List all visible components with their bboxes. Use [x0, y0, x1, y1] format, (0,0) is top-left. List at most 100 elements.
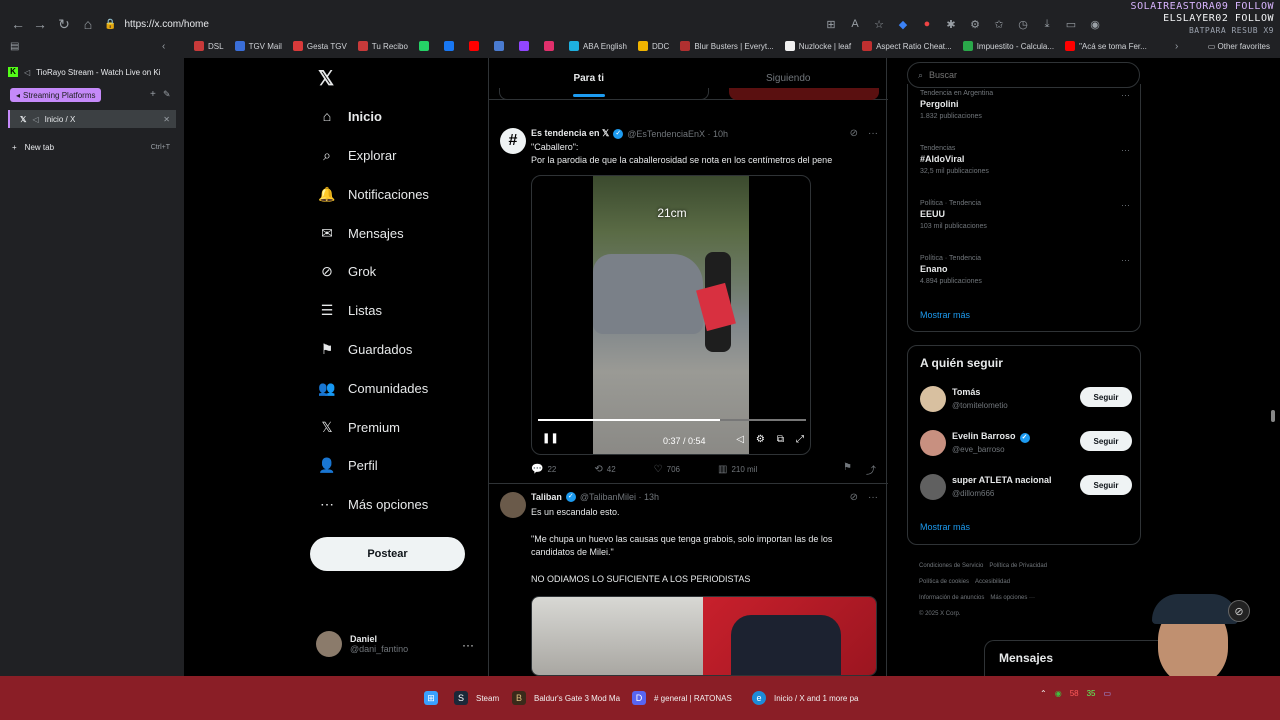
- follow-button[interactable]: Seguir: [1080, 387, 1132, 407]
- bookmark-item[interactable]: [543, 41, 558, 51]
- follow-suggestion[interactable]: Tomás @tomitelometio Seguir: [920, 386, 1132, 414]
- follow-suggestion[interactable]: super ATLETA nacional @dillom666 Seguir: [920, 474, 1132, 502]
- bookmark-item[interactable]: [418, 41, 433, 51]
- bookmark-item[interactable]: DSL: [194, 41, 224, 51]
- tray-monitor-icon[interactable]: ▭: [1104, 689, 1112, 698]
- pause-icon[interactable]: ❚❚: [542, 433, 559, 444]
- tweet-media[interactable]: [531, 596, 877, 676]
- share-icon[interactable]: ⤴: [866, 462, 876, 477]
- reply-button[interactable]: 💬 22: [531, 462, 556, 477]
- tweet[interactable]: # Es tendencia en 𝕏 ✓ @EsTendenciaEnX · …: [489, 120, 888, 484]
- footer-link[interactable]: Condiciones de Servicio: [919, 563, 983, 569]
- collapse-icon[interactable]: ‹: [162, 41, 165, 52]
- favorite-star-icon[interactable]: ☆: [870, 15, 888, 33]
- follow-button[interactable]: Seguir: [1080, 475, 1132, 495]
- extension-blue-icon[interactable]: ◆: [894, 15, 912, 33]
- start-button[interactable]: ⊞: [424, 686, 446, 710]
- nav-item-explorar[interactable]: ⌕ Explorar: [318, 142, 396, 168]
- nav-item-m-s-opciones[interactable]: ⋯ Más opciones: [318, 491, 428, 517]
- tab-group-label[interactable]: ◂ Streaming Platforms: [10, 88, 102, 102]
- views-button[interactable]: ▥ 210 mil: [718, 462, 757, 477]
- footer-link[interactable]: Accesibilidad: [975, 579, 1010, 585]
- taskbar-steam[interactable]: S Steam: [454, 686, 499, 710]
- bookmark-item[interactable]: "Acá se toma Fer...: [1065, 41, 1147, 51]
- extension-puzzle-icon[interactable]: ✱: [942, 15, 960, 33]
- bookmarks-overflow-icon[interactable]: ›: [1175, 41, 1178, 52]
- history-icon[interactable]: ◷: [1014, 15, 1032, 33]
- taskbar-baldurs-gate[interactable]: B Baldur's Gate 3 Mod Ma: [512, 686, 620, 710]
- more-icon[interactable]: ···: [1121, 255, 1130, 265]
- nav-item-mensajes[interactable]: ✉ Mensajes: [318, 220, 404, 246]
- nav-item-grok[interactable]: ⊘ Grok: [318, 258, 376, 284]
- footer-link[interactable]: Política de cookies: [919, 579, 969, 585]
- follow-button[interactable]: Seguir: [1080, 431, 1132, 451]
- more-icon[interactable]: ···: [1121, 90, 1130, 100]
- tab-stream[interactable]: K ◁ TioRayo Stream - Watch Live on Ki: [8, 63, 176, 81]
- nav-item-premium[interactable]: 𝕏 Premium: [318, 414, 400, 440]
- bookmark-item[interactable]: Blur Busters | Everyt...: [680, 41, 774, 51]
- post-button[interactable]: Postear: [310, 537, 465, 571]
- reader-icon[interactable]: ⊞: [822, 15, 840, 33]
- extension-red-icon[interactable]: ●: [918, 15, 936, 33]
- trend-item[interactable]: Tendencia en Argentina Pergolini 1.832 pub…: [920, 90, 1130, 120]
- more-icon[interactable]: ···: [462, 638, 474, 652]
- tweet-handle[interactable]: @EsTendenciaEnX · 10h: [627, 129, 728, 139]
- screenshot-icon[interactable]: ▭: [1062, 15, 1080, 33]
- taskbar-discord[interactable]: D # general | RATONAS: [632, 686, 732, 710]
- fullscreen-icon[interactable]: ⤢: [796, 434, 804, 445]
- home-icon[interactable]: ⌂: [76, 12, 100, 36]
- grok-icon[interactable]: ⊘: [850, 492, 858, 503]
- bookmark-item[interactable]: Impuestito - Calcula...: [962, 41, 1054, 51]
- more-icon[interactable]: ···: [868, 492, 878, 503]
- avatar[interactable]: [920, 430, 946, 456]
- bookmark-item[interactable]: TGV Mail: [234, 41, 282, 51]
- download-icon[interactable]: ⤓: [1038, 15, 1056, 33]
- avatar[interactable]: [920, 386, 946, 412]
- follow-suggestion[interactable]: Evelin Barroso ✓ @eve_barroso Seguir: [920, 430, 1132, 458]
- nav-item-comunidades[interactable]: 👥 Comunidades: [318, 375, 428, 401]
- more-icon[interactable]: ···: [1121, 200, 1130, 210]
- edit-group-icon[interactable]: ✎: [163, 89, 171, 100]
- new-tab-button[interactable]: + New tab Ctrl+T: [8, 138, 176, 156]
- search-input[interactable]: [929, 70, 1110, 80]
- pip-icon[interactable]: ⧉: [777, 434, 784, 445]
- repost-button[interactable]: ⟲ 42: [594, 462, 615, 477]
- profile-icon[interactable]: ◉: [1086, 15, 1104, 33]
- bookmark-item[interactable]: Aspect Ratio Cheat...: [862, 41, 952, 51]
- more-icon[interactable]: ···: [1121, 145, 1130, 155]
- bookmark-item[interactable]: Tu Recibo: [357, 41, 408, 51]
- volume-icon[interactable]: ◁: [736, 434, 744, 445]
- taliban-avatar[interactable]: [500, 492, 526, 518]
- settings-icon[interactable]: ⚙: [756, 434, 765, 445]
- search-box[interactable]: ⌕: [907, 62, 1140, 88]
- address-bar[interactable]: 🔒 https://x.com/home: [104, 15, 884, 33]
- bookmark-item[interactable]: [443, 41, 458, 51]
- vertical-tabs-icon[interactable]: ▤: [10, 41, 19, 52]
- footer-link[interactable]: Información de anuncios: [919, 595, 984, 601]
- tray-app-icon[interactable]: ◉: [1055, 689, 1062, 698]
- reload-icon[interactable]: ↻: [52, 12, 76, 36]
- add-to-group-icon[interactable]: +: [150, 89, 156, 100]
- video-player[interactable]: 21cm ❚❚ 0:37 / 0:54 ◁ ⚙ ⧉ ⤢: [531, 175, 811, 455]
- like-button[interactable]: ♡ 706: [654, 462, 680, 477]
- account-switcher[interactable]: Daniel @dani_fantino: [316, 630, 476, 658]
- bookmark-item[interactable]: [518, 41, 533, 51]
- nav-item-listas[interactable]: ☰ Listas: [318, 297, 382, 323]
- bookmark-item[interactable]: Nuzlocke | leaf: [784, 41, 851, 51]
- bookmark-item[interactable]: [493, 41, 508, 51]
- bookmark-item[interactable]: ABA English: [568, 41, 627, 51]
- scrollbar-thumb[interactable]: [1271, 410, 1275, 422]
- video-progress-bar[interactable]: [538, 419, 806, 421]
- nav-item-notificaciones[interactable]: 🔔 Notificaciones: [318, 181, 429, 207]
- nav-item-guardados[interactable]: ⚑ Guardados: [318, 336, 413, 362]
- grok-icon[interactable]: ⊘: [850, 128, 858, 139]
- tray-chevron-icon[interactable]: ⌃: [1040, 689, 1047, 698]
- x-logo-icon[interactable]: 𝕏: [318, 66, 338, 90]
- other-favorites[interactable]: ▭ Other favorites: [1208, 42, 1270, 51]
- trend-item[interactable]: Política · Tendencia EEUU 103 mil publicac…: [920, 200, 1130, 230]
- tab-inicio-x[interactable]: 𝕏 ◁ Inicio / X ✕: [8, 110, 176, 128]
- more-icon[interactable]: ···: [868, 128, 878, 139]
- footer-link[interactable]: Más opciones ···: [990, 595, 1035, 601]
- bookmark-icon[interactable]: ⚑: [843, 462, 852, 477]
- bookmark-item[interactable]: [468, 41, 483, 51]
